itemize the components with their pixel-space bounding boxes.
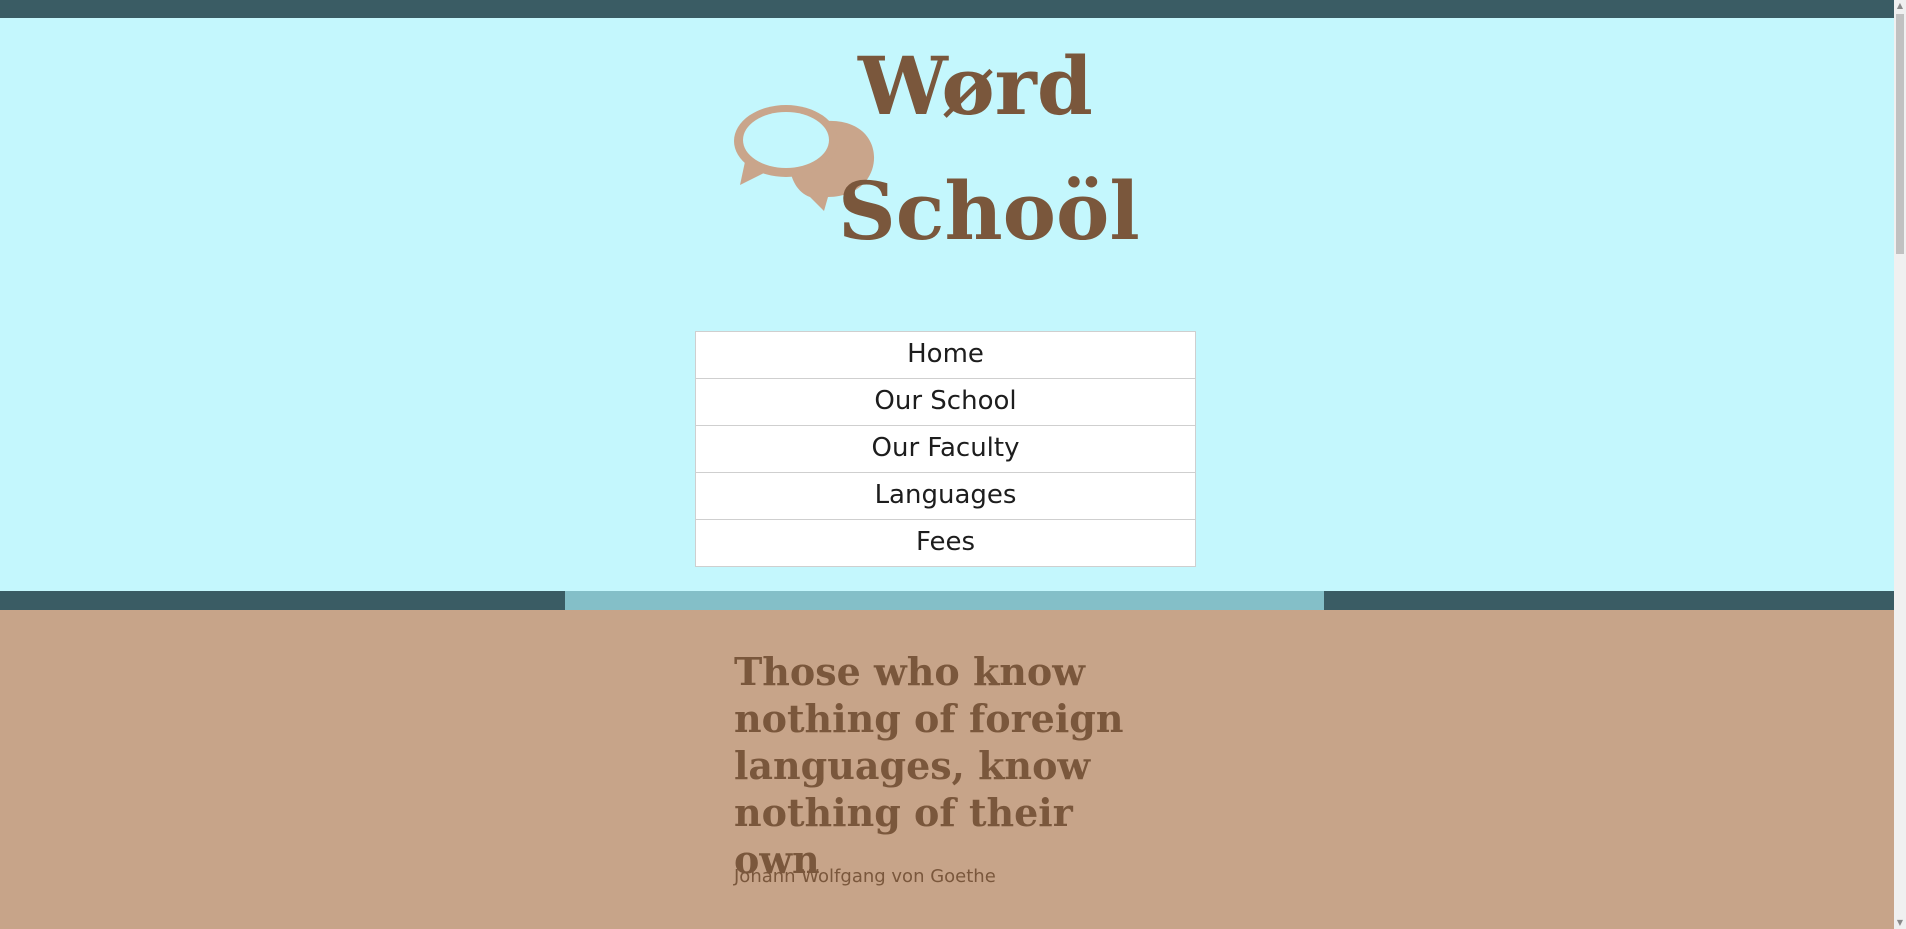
nav-item-our-school[interactable]: Our School: [696, 379, 1195, 426]
site-title-line1: Wørd: [858, 39, 1093, 133]
quote-section: Those who know nothing of foreign langua…: [0, 610, 1894, 929]
site-title-line2: Schoöl: [838, 164, 1140, 258]
scroll-down-arrow-icon[interactable]: ▼: [1895, 917, 1905, 929]
scroll-up-arrow-icon[interactable]: ▲: [1895, 0, 1905, 12]
nav-item-fees[interactable]: Fees: [696, 520, 1195, 566]
scrollbar-thumb[interactable]: [1896, 14, 1904, 254]
header: Wørd Schoöl Home Our School Our Faculty …: [0, 18, 1894, 591]
nav-item-home[interactable]: Home: [696, 332, 1195, 379]
quote-author: Johann Wolfgang von Goethe: [734, 866, 996, 887]
main-nav: Home Our School Our Faculty Languages Fe…: [695, 331, 1196, 567]
nav-item-our-faculty[interactable]: Our Faculty: [696, 426, 1195, 473]
section-divider-accent: [565, 591, 1324, 610]
quote-text: Those who know nothing of foreign langua…: [734, 649, 1124, 882]
page: Wørd Schoöl Home Our School Our Faculty …: [0, 0, 1906, 929]
nav-item-languages[interactable]: Languages: [696, 473, 1195, 520]
top-bar: [0, 0, 1894, 18]
